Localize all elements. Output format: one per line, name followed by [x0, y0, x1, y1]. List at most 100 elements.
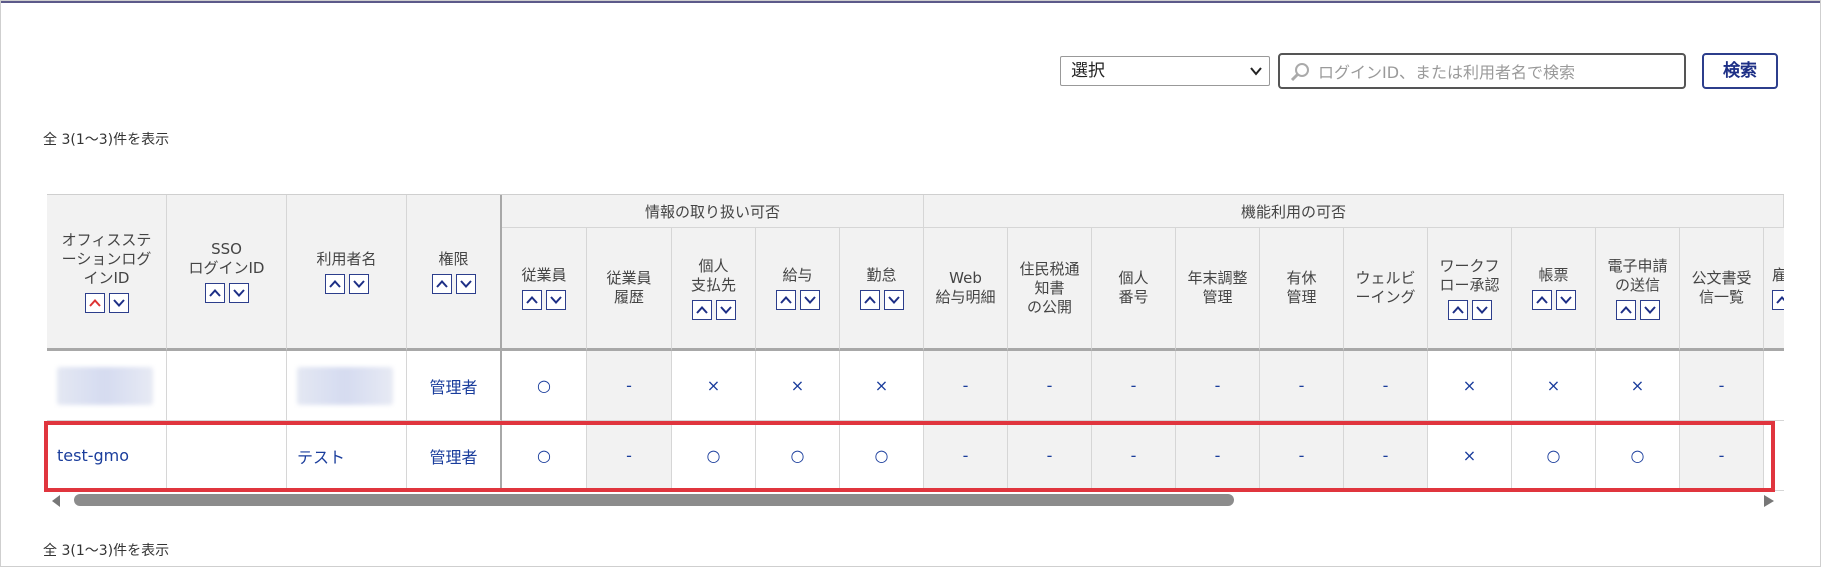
sort-asc-button[interactable] [84, 292, 105, 313]
column-header-label: 給与 [782, 266, 813, 284]
sort-desc-button[interactable] [228, 283, 249, 303]
column-header-workflow: ワークフ ロー承認 [1428, 228, 1512, 351]
cell-partial [1764, 351, 1784, 421]
chevron-down-icon [803, 296, 816, 304]
permission-value: ○ [537, 376, 551, 395]
cell-office-login-id[interactable]: test-gmo [47, 421, 167, 491]
column-header-label: ウェルビ ーイング [1355, 269, 1416, 306]
column-header-individual-payee: 個人 支払先 [672, 228, 756, 351]
search-button[interactable]: 検索 [1702, 53, 1778, 89]
cell-permission: - [1260, 421, 1344, 491]
sort-asc-button[interactable] [1772, 290, 1784, 310]
column-header-user-name: 利用者名 [287, 195, 407, 351]
cell-text[interactable]: 管理者 [429, 374, 477, 398]
cell-role[interactable]: 管理者 [407, 351, 502, 421]
column-header-salary: 給与 [756, 228, 840, 351]
cell-office-login-id[interactable] [47, 351, 167, 421]
sort-asc-button[interactable] [1615, 299, 1636, 320]
chevron-up-icon [1535, 296, 1548, 304]
cell-permission: ○ [840, 421, 924, 491]
cell-permission: - [1008, 351, 1092, 421]
column-header-attendance: 勤怠 [840, 228, 924, 351]
sort-buttons [431, 273, 476, 294]
cell-text[interactable]: 管理者 [429, 444, 477, 468]
cell-permission: × [1428, 421, 1512, 491]
permission-value: × [1462, 446, 1477, 465]
column-header-label: 年末調整 管理 [1187, 269, 1248, 306]
chevron-down-icon [352, 279, 365, 288]
scroll-left-arrow-icon[interactable] [52, 495, 62, 507]
cell-permission: - [1176, 351, 1260, 421]
column-header-label: 帳票 [1538, 266, 1569, 284]
sort-buttons [522, 290, 566, 310]
sort-asc-button[interactable] [859, 290, 880, 310]
sort-asc-button[interactable] [431, 273, 452, 294]
cell-permission: - [924, 421, 1008, 491]
sort-asc-button[interactable] [1531, 290, 1552, 310]
chevron-down-icon [1250, 67, 1262, 76]
cell-sso-login-id [167, 421, 287, 491]
permission-value: - [626, 446, 632, 465]
search-icon [1290, 63, 1309, 82]
column-header-label: 勤怠 [866, 266, 897, 284]
scroll-right-arrow-icon[interactable] [1764, 495, 1774, 507]
sort-desc-button[interactable] [546, 290, 566, 310]
sort-asc-button[interactable] [1447, 299, 1468, 320]
cell-role[interactable]: 管理者 [407, 421, 502, 491]
cell-text[interactable]: test-gmo [57, 446, 129, 465]
sort-buttons [324, 273, 369, 294]
cell-permission: - [587, 351, 672, 421]
sort-desc-button[interactable] [108, 292, 129, 313]
chevron-down-icon [887, 296, 900, 304]
cell-user-name[interactable]: テスト [287, 421, 407, 491]
cell-permission: × [756, 351, 840, 421]
sort-desc-button[interactable] [1555, 290, 1576, 310]
filter-select[interactable]: 選択 [1060, 56, 1270, 86]
sort-buttons [691, 299, 736, 320]
chevron-down-icon [1559, 296, 1572, 304]
chevron-up-icon [1776, 296, 1784, 304]
column-header-label: 住民税通 知書 の公開 [1019, 259, 1080, 316]
column-header-wellbeing: ウェルビ ーイング [1344, 228, 1428, 351]
sort-desc-button[interactable] [799, 290, 820, 310]
column-header-label: SSO ログインID [188, 240, 265, 277]
cell-permission: ○ [502, 351, 587, 421]
sort-asc-button[interactable] [775, 290, 796, 310]
scrollbar-thumb[interactable] [74, 494, 1234, 506]
column-header-next: 雇 [1764, 228, 1784, 351]
cell-permission: - [587, 421, 672, 491]
cell-user-name[interactable] [287, 351, 407, 421]
column-header-resident-tax: 住民税通 知書 の公開 [1008, 228, 1092, 351]
permission-value: - [1718, 446, 1725, 465]
cell-permission: ○ [756, 421, 840, 491]
permission-value: - [1214, 376, 1221, 395]
chevron-up-icon [1619, 305, 1632, 314]
permission-value: ○ [537, 446, 551, 465]
cell-permission: - [1344, 421, 1428, 491]
chevron-up-icon [695, 305, 708, 314]
chevron-up-icon [779, 296, 792, 304]
search-box[interactable] [1278, 53, 1686, 89]
sort-desc-button[interactable] [348, 273, 369, 294]
column-header-label: 従業員 [521, 266, 567, 284]
sort-desc-button[interactable] [455, 273, 476, 294]
cell-permission: × [840, 351, 924, 421]
permission-value: - [962, 446, 969, 465]
column-header-label: 雇 [1772, 266, 1784, 285]
sort-asc-button[interactable] [324, 273, 345, 294]
sort-asc-button[interactable] [691, 299, 712, 320]
cell-text[interactable]: テスト [297, 444, 345, 468]
sort-desc-button[interactable] [1471, 299, 1492, 320]
sort-desc-button[interactable] [883, 290, 904, 310]
sort-asc-button[interactable] [522, 290, 542, 310]
sort-desc-button[interactable] [715, 299, 736, 320]
column-header-office-login-id: オフィスステ ーションログ インID [47, 195, 167, 351]
search-input[interactable] [1316, 57, 1680, 87]
column-header-label: 権限 [438, 249, 469, 268]
sort-asc-button[interactable] [204, 283, 225, 303]
column-header-my-number: 個人 番号 [1092, 228, 1176, 351]
permission-value: × [1462, 376, 1477, 395]
chevron-up-icon [328, 279, 341, 288]
sort-desc-button[interactable] [1639, 299, 1660, 320]
group-header-features: 機能利用の可否 [924, 195, 1784, 228]
